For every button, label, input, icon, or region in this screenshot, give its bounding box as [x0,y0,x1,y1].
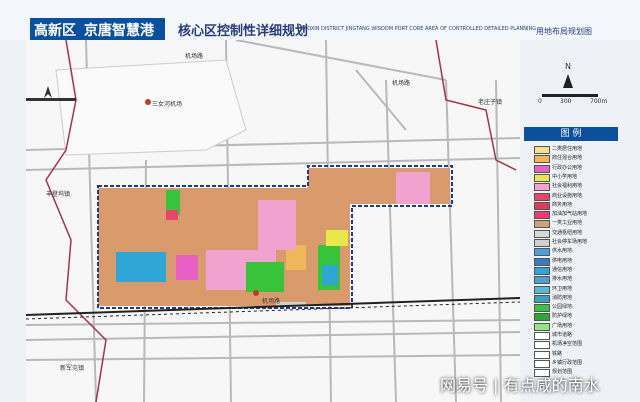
legend-label: 公园绿地 [552,304,573,311]
road-label-airport-1: 机场路 [185,53,204,60]
legend-label: 供电用地 [552,257,573,264]
watermark: 网易号 | 有点咸的南水 [440,376,600,395]
legend-swatch [534,322,550,331]
plan-title-en: GAOXIN DISTRICT JINGTANG WISDOM PORT COR… [300,26,537,32]
legend-label: 广场用地 [552,322,573,329]
legend-label: 交通枢纽用地 [552,229,583,236]
legend-label: 商住混合用地 [552,155,583,162]
legend-label: 乡镇行政范围 [552,359,583,366]
legend-swatch [534,229,550,238]
scale-zero: 0 [538,98,542,105]
village-laozhuang-label: 老庄子镇 [478,99,503,106]
drawing-title: 用地布局规划图 [536,27,592,36]
legend-label: 社会福利用地 [552,183,583,190]
legend-label: 加油加气站用地 [552,211,588,218]
land-use-map [26,40,520,402]
legend-swatch [534,276,550,285]
legend-swatch [534,332,550,340]
legend-swatch [534,248,550,257]
legend-swatch [534,146,550,154]
legend-swatch [534,192,550,201]
legend-label: 商务用地 [552,201,573,208]
scale-bar-icon [542,94,598,97]
legend-label: 排水用地 [552,276,573,283]
legend-swatch [534,220,550,229]
legend-swatch [534,211,550,220]
title-block: 高新区 京唐智慧港 [30,18,165,40]
legend-label: 社会停车场用地 [552,239,588,245]
legend-label: 一类工业用地 [552,220,583,227]
legend-label: 行政办公用地 [552,164,583,171]
plan-title: 核心区控制性详细规划 [178,24,309,39]
legend-swatch [534,173,550,182]
legend-swatch [534,257,550,266]
legend-label: 供水用地 [552,248,573,255]
legend-swatch [534,183,550,192]
legend-label: 商业设施用地 [552,192,583,199]
legend-label: 二类居住用地 [552,146,583,152]
station-label: 机场路 [262,298,281,305]
north-label: N [565,62,571,71]
legend-label: 消防用地 [552,294,573,301]
legend-swatch [534,304,550,313]
title-bar: 高新区 京唐智慧港 核心区控制性详细规划 GAOXIN DISTRICT JIN… [0,0,640,40]
airport-label: 三女河机场 [152,101,183,108]
legend-title: 图 例 [524,127,618,141]
legend-swatch [534,155,550,164]
legend-label: 中小学用地 [552,173,578,180]
scale-bar [26,98,76,101]
legend-label: 防护绿地 [552,313,573,320]
village-xinjun-label: 新军屯镇 [60,365,85,372]
scale-end: 700m [590,98,608,105]
legend-swatch [534,285,550,294]
scale-mid: 300 [560,98,572,105]
legend-swatch [534,239,550,247]
legend-label: 城市道路 [552,332,573,338]
region-title: 高新区 [34,23,76,39]
village-fengdeng-label: 丰登坞镇 [46,191,71,198]
map-figure: 高新区 京唐智慧港 核心区控制性详细规划 GAOXIN DISTRICT JIN… [0,0,640,402]
legend-label: 环卫用地 [552,285,573,292]
port-title: 京唐智慧港 [84,23,154,39]
legend-swatch [534,341,550,350]
legend-swatch [534,313,550,322]
legend-swatch [534,359,550,368]
legend-label: 机场净空范围 [552,341,583,348]
north-arrow-icon [563,74,573,88]
road-label-airport-2: 机场路 [392,80,411,87]
legend-swatch [534,201,550,210]
legend-swatch [534,164,550,173]
legend-swatch [534,350,550,359]
legend-label: 通信用地 [552,266,573,273]
legend-swatch [534,266,550,275]
legend-label: 铁路 [552,350,563,357]
legend-swatch [534,294,550,303]
